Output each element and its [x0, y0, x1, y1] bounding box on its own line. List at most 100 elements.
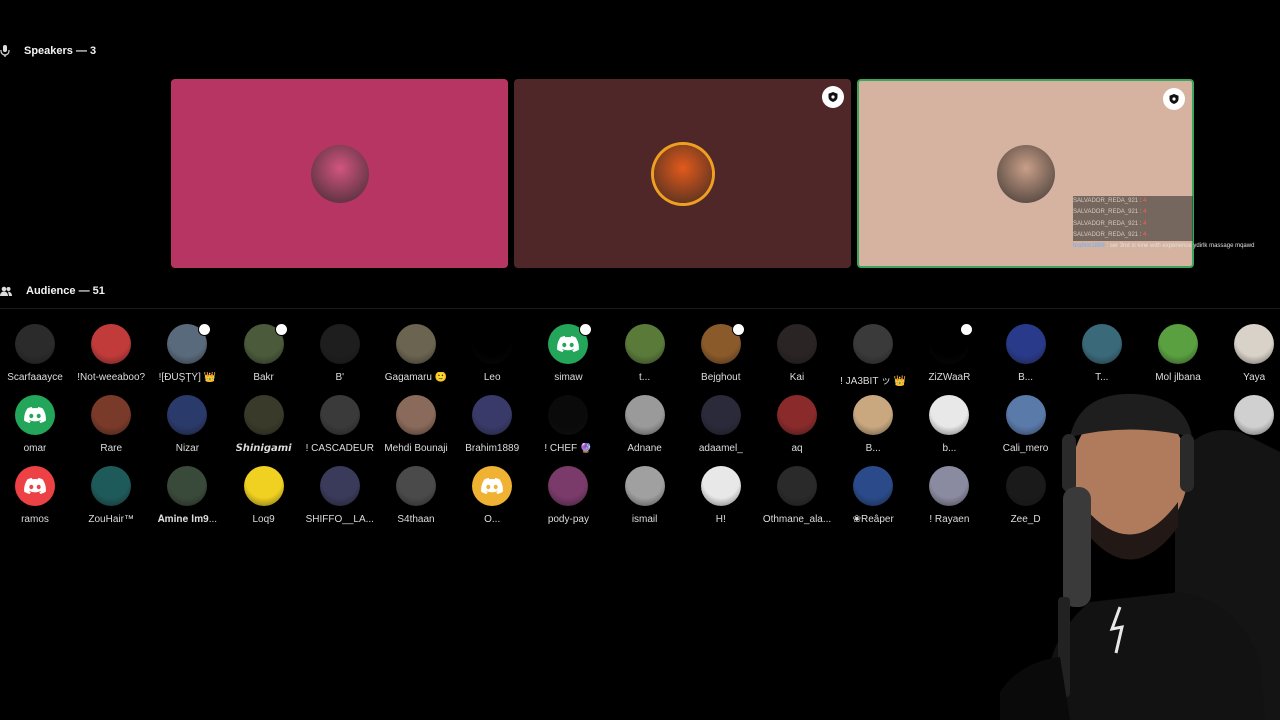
audience-member[interactable]: 𝐀𝐦𝐢𝐧𝐞 𝐈𝐦𝟗... — [149, 466, 225, 525]
audience-member[interactable]: B... — [988, 324, 1064, 383]
avatar — [243, 395, 284, 435]
audience-member[interactable]: O... — [454, 466, 530, 525]
audience-member[interactable]: T... — [1064, 324, 1140, 383]
audience-member[interactable]: B... — [835, 395, 911, 454]
avatar — [700, 466, 741, 506]
audience-member[interactable]: H! — [683, 466, 759, 525]
member-name: Mol jlbana — [1155, 372, 1201, 383]
audience-member[interactable]: Kai — [759, 324, 835, 383]
member-name: ismail — [631, 514, 658, 525]
audience-member[interactable]: simaw — [530, 323, 606, 383]
speaker-avatar — [996, 144, 1055, 203]
chat-username: SALVADOR_REDA_921 : — [1073, 198, 1142, 204]
audience-member[interactable]: ramos — [0, 466, 73, 525]
avatar — [700, 323, 745, 364]
audience-member[interactable]: ! CASCADEUR — [302, 395, 378, 454]
audience-member[interactable]: 𝙎𝙝𝙞𝙣𝙞𝙜𝙖𝙢𝙞 — [226, 395, 302, 454]
avatar — [929, 466, 970, 506]
audience-member[interactable]: pody-pay — [530, 466, 606, 525]
audience-member[interactable]: Adnane — [607, 395, 683, 454]
speaker-avatar — [310, 144, 369, 203]
member-name: ZiZWaaR — [928, 372, 971, 383]
member-name: adaamel_ — [698, 443, 743, 454]
avatar — [1158, 324, 1198, 364]
member-name: ![ĐŪŞŢŶ] 👑 — [158, 372, 217, 383]
shield-icon — [198, 323, 212, 336]
chat-line: brahim1889 : ser 3nd xi kine with experi… — [1073, 241, 1278, 252]
member-name: 𝙎𝙝𝙞𝙣𝙞𝙜𝙖𝙢𝙞 — [235, 443, 292, 454]
audience-member[interactable]: SHIFFO__LA... — [302, 466, 378, 525]
chat-message: 4 — [1143, 231, 1147, 238]
audience-member[interactable]: ismail — [607, 466, 683, 525]
avatar — [91, 395, 132, 435]
speaker-tiles — [171, 79, 1194, 268]
member-name: Bakr — [253, 372, 274, 383]
avatar — [396, 324, 436, 364]
avatar — [472, 395, 513, 435]
speaker-avatar — [653, 144, 712, 203]
audience-member[interactable]: ! Rayaen — [911, 466, 987, 525]
member-name: Yaya — [1243, 372, 1266, 383]
speaker-tile[interactable] — [514, 79, 851, 268]
audience-member[interactable]: Brahim1889 — [454, 395, 530, 454]
member-name: Adnane — [627, 443, 662, 454]
avatar — [91, 466, 132, 506]
audience-member[interactable]: Yaya — [1216, 324, 1280, 383]
member-name: Nizar — [175, 443, 200, 454]
avatar — [91, 324, 132, 364]
chat-username: SALVADOR_REDA_921 : — [1073, 220, 1142, 227]
audience-member[interactable]: ❀Reâper — [835, 466, 911, 525]
member-name: S4thaan — [397, 514, 435, 525]
audience-member[interactable]: ![ĐŪŞŢŶ] 👑 — [149, 323, 225, 383]
audience-member[interactable]: B' — [302, 324, 378, 383]
speakers-label: Speakers — 3 — [24, 45, 97, 57]
audience-member[interactable]: adaamel_ — [683, 395, 759, 454]
avatar — [777, 324, 817, 364]
member-name: b... — [942, 443, 957, 454]
audience-member[interactable]: ! JA3BIT ッ 👑 — [835, 324, 911, 387]
audience-member[interactable]: ZouHair™ — [73, 466, 149, 525]
audience-member[interactable]: aq — [759, 395, 835, 454]
member-name: SHIFFO__LA... — [305, 514, 374, 525]
audience-member[interactable]: Nizar — [149, 395, 225, 454]
audience-member[interactable]: Scarfaaayce — [0, 324, 73, 383]
chat-message: 4 — [1143, 198, 1147, 204]
shield-icon — [274, 323, 288, 336]
avatar — [15, 324, 55, 364]
audience-member[interactable]: Gagamaru 🙂 — [378, 324, 454, 383]
chat-overlay: SALVADOR_REDA_921 : 4 SALVADOR_REDA_921 :… — [1073, 196, 1278, 252]
audience-member[interactable]: ! CHEF 🔮 — [530, 395, 606, 454]
chat-message: : ser 3nd xi kine with experience ydirlk… — [1106, 243, 1255, 250]
member-name: ! Rayaen — [929, 514, 970, 525]
member-name: omar — [23, 443, 47, 454]
audience-member[interactable]: Leo — [454, 324, 530, 383]
member-name: T... — [1095, 372, 1109, 383]
member-name: t... — [639, 372, 651, 383]
avatar — [167, 323, 212, 364]
audience-member[interactable]: Bakr — [226, 323, 302, 383]
member-name: Bejghout — [701, 372, 741, 383]
speaker-tile[interactable] — [171, 79, 508, 268]
avatar — [777, 466, 817, 506]
audience-member[interactable]: Mol jlbana — [1140, 324, 1216, 383]
member-name: aq — [791, 443, 803, 454]
avatar — [548, 466, 589, 506]
audience-member[interactable]: Bejghout — [683, 323, 759, 383]
member-name: H! — [715, 514, 726, 525]
audience-member[interactable]: Loq9 — [226, 466, 302, 525]
audience-member[interactable]: Mehdi Bounaji — [378, 395, 454, 454]
audience-member[interactable]: b... — [911, 395, 987, 454]
audience-member[interactable]: omar — [0, 395, 73, 454]
avatar — [319, 466, 360, 506]
member-name: Mehdi Bounaji — [384, 443, 448, 454]
audience-member[interactable]: Rare — [73, 395, 149, 454]
audience-member[interactable]: !Not-weeaboo? — [73, 324, 149, 383]
avatar — [1081, 324, 1122, 364]
avatar — [548, 395, 589, 435]
speakers-header: Speakers — 3 — [0, 45, 96, 57]
audience-member[interactable]: ZiZWaaR — [911, 323, 987, 383]
audience-member[interactable]: t... — [607, 324, 683, 383]
audience-member[interactable]: S4thaan — [378, 466, 454, 525]
audience-member[interactable]: Othmane_ala... — [759, 466, 835, 525]
avatar — [243, 323, 288, 364]
